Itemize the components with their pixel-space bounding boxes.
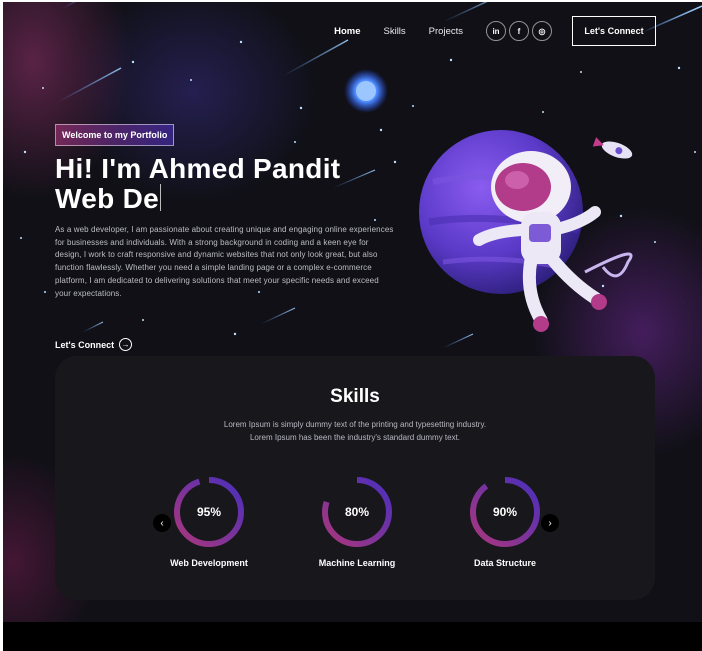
hero-description: As a web developer, I am passionate abou… <box>55 225 394 298</box>
lets-connect-button[interactable]: Let's Connect <box>572 16 656 46</box>
linkedin-icon[interactable]: in <box>486 21 506 41</box>
nav-link-home[interactable]: Home <box>334 26 360 37</box>
skills-description: Lorem Ipsum is simply dummy text of the … <box>175 418 535 444</box>
facebook-icon[interactable]: f <box>509 21 529 41</box>
skill-percent: 95% <box>196 505 222 519</box>
typing-cursor <box>159 184 162 211</box>
progress-ring: 95% <box>171 474 247 550</box>
hero-connect-label: Let's Connect <box>55 339 115 350</box>
hero-title: Hi! I'm Ahmed Pandit Web De <box>55 154 340 214</box>
skill-percent: 80% <box>344 505 370 519</box>
skill-label: Web Development <box>170 558 248 568</box>
tagline-badge: Welcome to my Portfolio <box>55 124 175 146</box>
progress-ring: 80% <box>319 474 395 550</box>
page-frame: Home Skills Projects in f ◎ Let's Connec… <box>3 2 702 651</box>
skills-description-line1: Lorem Ipsum is simply dummy text of the … <box>223 420 487 429</box>
astronaut-illustration <box>419 130 633 332</box>
hero-connect-link[interactable]: Let's Connect → <box>55 338 133 351</box>
skill-item: 95% Web Development <box>149 474 269 568</box>
hero-title-line1: Hi! I'm Ahmed Pandit <box>55 153 341 184</box>
skill-label: Data Structure <box>473 558 536 568</box>
skills-description-line2: Lorem Ipsum has been the industry's stan… <box>249 433 461 442</box>
top-nav: Home Skills Projects in f ◎ Let's Connec… <box>334 16 656 46</box>
nav-link-projects[interactable]: Projects <box>429 26 463 37</box>
skill-percent: 90% <box>492 505 518 519</box>
carousel-next-button[interactable]: › <box>541 514 559 532</box>
skill-label: Machine Learning <box>318 558 396 568</box>
arrow-right-circle-icon: → <box>119 338 133 351</box>
progress-ring: 90% <box>467 474 543 550</box>
skills-title: Skills <box>330 386 380 407</box>
social-links: in f ◎ <box>486 21 552 41</box>
skills-section: Skills Lorem Ipsum is simply dummy text … <box>55 356 655 600</box>
instagram-icon[interactable]: ◎ <box>532 21 552 41</box>
page-bottom-band <box>3 622 702 651</box>
skill-item: 80% Machine Learning <box>297 474 417 568</box>
hero-title-line2: Web De <box>55 183 159 214</box>
nav-link-skills[interactable]: Skills <box>384 26 406 37</box>
